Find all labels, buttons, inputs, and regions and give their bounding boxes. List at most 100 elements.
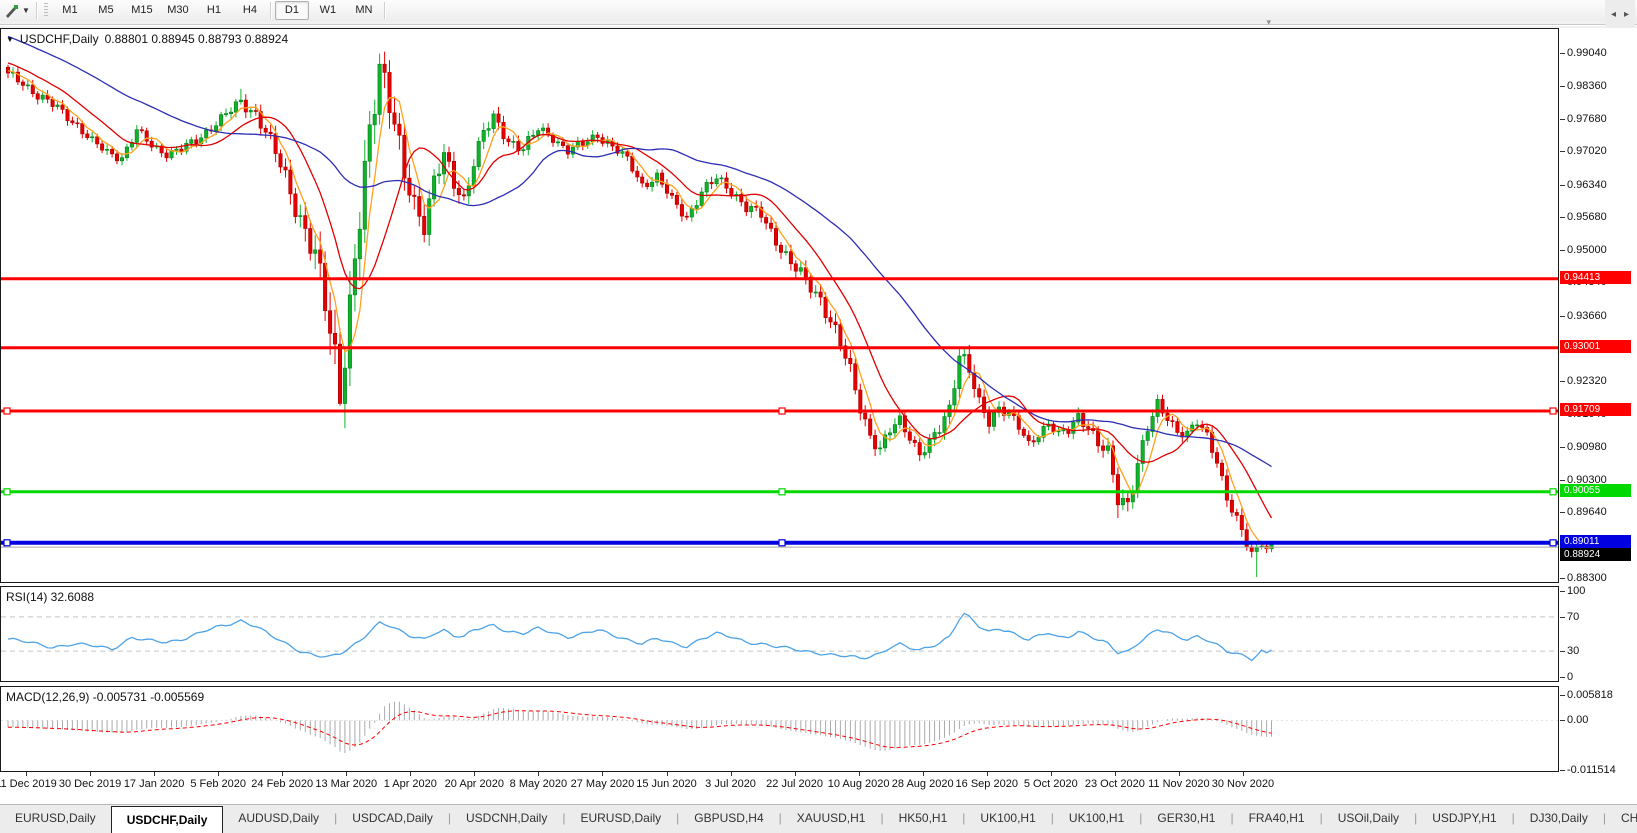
timeframe-mn[interactable]: MN — [347, 1, 381, 20]
tab-uk100-h1[interactable]: UK100,H1 — [965, 805, 1050, 833]
toolbar-separator — [384, 2, 386, 19]
tab-usdcnh-daily[interactable]: USDCNH,Daily — [451, 805, 562, 833]
date-tick — [346, 772, 347, 776]
scroll-position-marker[interactable]: ▾ — [1267, 18, 1272, 27]
rsi-panel[interactable]: RSI(14) 32.6088 — [0, 586, 1559, 682]
macd-axis[interactable]: 0.0058180.00-0.011514 — [1559, 686, 1637, 772]
macd-svg — [1, 687, 1558, 771]
date-label-19: 30 Nov 2020 — [1212, 778, 1274, 790]
price-axis[interactable]: 0.990400.983600.976800.970200.963400.956… — [1559, 28, 1637, 583]
chart-scroll-strip[interactable]: ▾ — [0, 21, 1637, 28]
rsi-line — [8, 613, 1272, 660]
date-label-5: 13 Mar 2020 — [315, 778, 377, 790]
macd-label: MACD(12,26,9) -0.005731 -0.005569 — [6, 690, 204, 704]
date-tick — [731, 772, 732, 776]
date-tick — [923, 772, 924, 776]
date-label-8: 8 May 2020 — [510, 778, 567, 790]
macd-panel[interactable]: MACD(12,26,9) -0.005731 -0.005569 — [0, 686, 1559, 772]
tab-scroll-right-icon[interactable]: ▸ — [1624, 9, 1629, 20]
price-tick-0.95680: 0.95680 — [1567, 211, 1607, 223]
date-tick — [795, 772, 796, 776]
timeframe-m15[interactable]: M15 — [125, 1, 159, 20]
tab-scroll-arrows: ◂ ▸ — [1605, 0, 1635, 28]
tab-hk50-h1[interactable]: HK50,H1 — [884, 805, 963, 833]
date-tick — [602, 772, 603, 776]
date-tick — [1243, 772, 1244, 776]
cursor-tool-dropdown-icon[interactable]: ▼ — [22, 6, 30, 15]
price-tick-0.89640: 0.89640 — [1567, 506, 1607, 518]
tab-eurusd-daily[interactable]: EURUSD,Daily — [565, 805, 676, 833]
tab-usdcad-daily[interactable]: USDCAD,Daily — [337, 805, 448, 833]
macd-tick--0.011514: -0.011514 — [1567, 764, 1616, 776]
date-label-13: 10 Aug 2020 — [828, 778, 890, 790]
tab-eurusd-daily[interactable]: EURUSD,Daily — [0, 805, 111, 833]
date-axis[interactable]: 11 Dec 201930 Dec 201917 Jan 20205 Feb 2… — [0, 772, 1559, 800]
date-tick — [1179, 772, 1180, 776]
date-label-12: 22 Jul 2020 — [766, 778, 823, 790]
date-label-15: 16 Sep 2020 — [956, 778, 1018, 790]
tab-dj30-daily[interactable]: DJ30,Daily — [1515, 805, 1603, 833]
macd-plot[interactable] — [1, 687, 1558, 771]
chart-cursor-icon[interactable] — [3, 3, 21, 19]
toolbar-drag-grip[interactable] — [44, 3, 48, 18]
timeframe-m5[interactable]: M5 — [89, 1, 123, 20]
macd-tick-0.00: 0.00 — [1567, 714, 1588, 726]
price-label-0.90055[interactable]: 0.90055 — [1560, 484, 1631, 497]
date-label-1: 30 Dec 2019 — [59, 778, 121, 790]
tab-fra40-h1[interactable]: FRA40,H1 — [1234, 805, 1320, 833]
date-tick — [987, 772, 988, 776]
price-label-0.94413[interactable]: 0.94413 — [1560, 271, 1631, 284]
date-label-9: 27 May 2020 — [571, 778, 635, 790]
date-label-16: 5 Oct 2020 — [1024, 778, 1078, 790]
date-tick — [282, 772, 283, 776]
tab-ger30-h1[interactable]: GER30,H1 — [1142, 805, 1230, 833]
timeframe-d1[interactable]: D1 — [275, 1, 309, 20]
tab-usoil-daily[interactable]: USOil,Daily — [1323, 805, 1414, 833]
date-label-2: 17 Jan 2020 — [124, 778, 185, 790]
toolbar-separator — [36, 2, 38, 19]
rsi-axis[interactable]: 10070300 — [1559, 586, 1637, 682]
timeframe-m1[interactable]: M1 — [53, 1, 87, 20]
timeframe-h1[interactable]: H1 — [197, 1, 231, 20]
tab-xauusd-h1[interactable]: XAUUSD,H1 — [782, 805, 881, 833]
date-tick — [538, 772, 539, 776]
price-tick-0.96340: 0.96340 — [1567, 179, 1607, 191]
timeframe-m30[interactable]: M30 — [161, 1, 195, 20]
tab-uk100-h1[interactable]: UK100,H1 — [1054, 805, 1139, 833]
rsi-tick-100: 100 — [1567, 585, 1585, 597]
price-tick-0.99040: 0.99040 — [1567, 47, 1607, 59]
tab-scroll-left-icon[interactable]: ◂ — [1611, 9, 1616, 20]
date-tick — [26, 772, 27, 776]
candlestick-plot[interactable] — [1, 29, 1558, 582]
date-label-7: 20 Apr 2020 — [445, 778, 504, 790]
current-price-label: 0.88924 — [1560, 548, 1631, 561]
rsi-tick-70: 70 — [1567, 611, 1579, 623]
tab-usdjpy-h1[interactable]: USDJPY,H1 — [1417, 805, 1511, 833]
main-chart-panel[interactable]: ▼ USDCHF,Daily 0.88801 0.88945 0.88793 0… — [0, 28, 1559, 583]
date-label-11: 3 Jul 2020 — [705, 778, 756, 790]
date-tick — [1115, 772, 1116, 776]
timeframe-h4[interactable]: H4 — [233, 1, 267, 20]
chart-ohlc-values: 0.88801 0.88945 0.88793 0.88924 — [105, 32, 289, 46]
main-chart-svg — [1, 29, 1558, 582]
price-tick-0.90980: 0.90980 — [1567, 441, 1607, 453]
rsi-plot[interactable] — [1, 587, 1558, 681]
date-label-18: 11 Nov 2020 — [1148, 778, 1210, 790]
medium-ma-line — [8, 63, 1272, 518]
date-label-14: 28 Aug 2020 — [892, 778, 954, 790]
tab-usdchf-daily[interactable]: USDCHF,Daily — [111, 806, 224, 833]
price-tick-0.92320: 0.92320 — [1567, 375, 1607, 387]
timeframe-w1[interactable]: W1 — [311, 1, 345, 20]
top-toolbar: ▼ M1M5M15M30H1H4 D1W1MN — [0, 0, 1637, 22]
price-label-0.93001[interactable]: 0.93001 — [1560, 340, 1631, 353]
date-label-0: 11 Dec 2019 — [0, 778, 57, 790]
chart-menu-arrow-icon[interactable]: ▼ — [6, 35, 14, 44]
tab-audusd-daily[interactable]: AUDUSD,Daily — [223, 805, 334, 833]
price-label-0.91709[interactable]: 0.91709 — [1560, 403, 1631, 416]
rsi-svg — [1, 587, 1558, 681]
price-label-0.89011[interactable]: 0.89011 — [1560, 535, 1631, 548]
tab-gbpusd-h4[interactable]: GBPUSD,H4 — [679, 805, 778, 833]
chart-tab-bar: EURUSD,DailyUSDCHF,DailyAUDUSD,Daily|USD… — [0, 804, 1637, 833]
tab-china300-h1[interactable]: CHINA300,H1 — [1606, 805, 1637, 833]
rsi-tick-0: 0 — [1567, 671, 1573, 683]
